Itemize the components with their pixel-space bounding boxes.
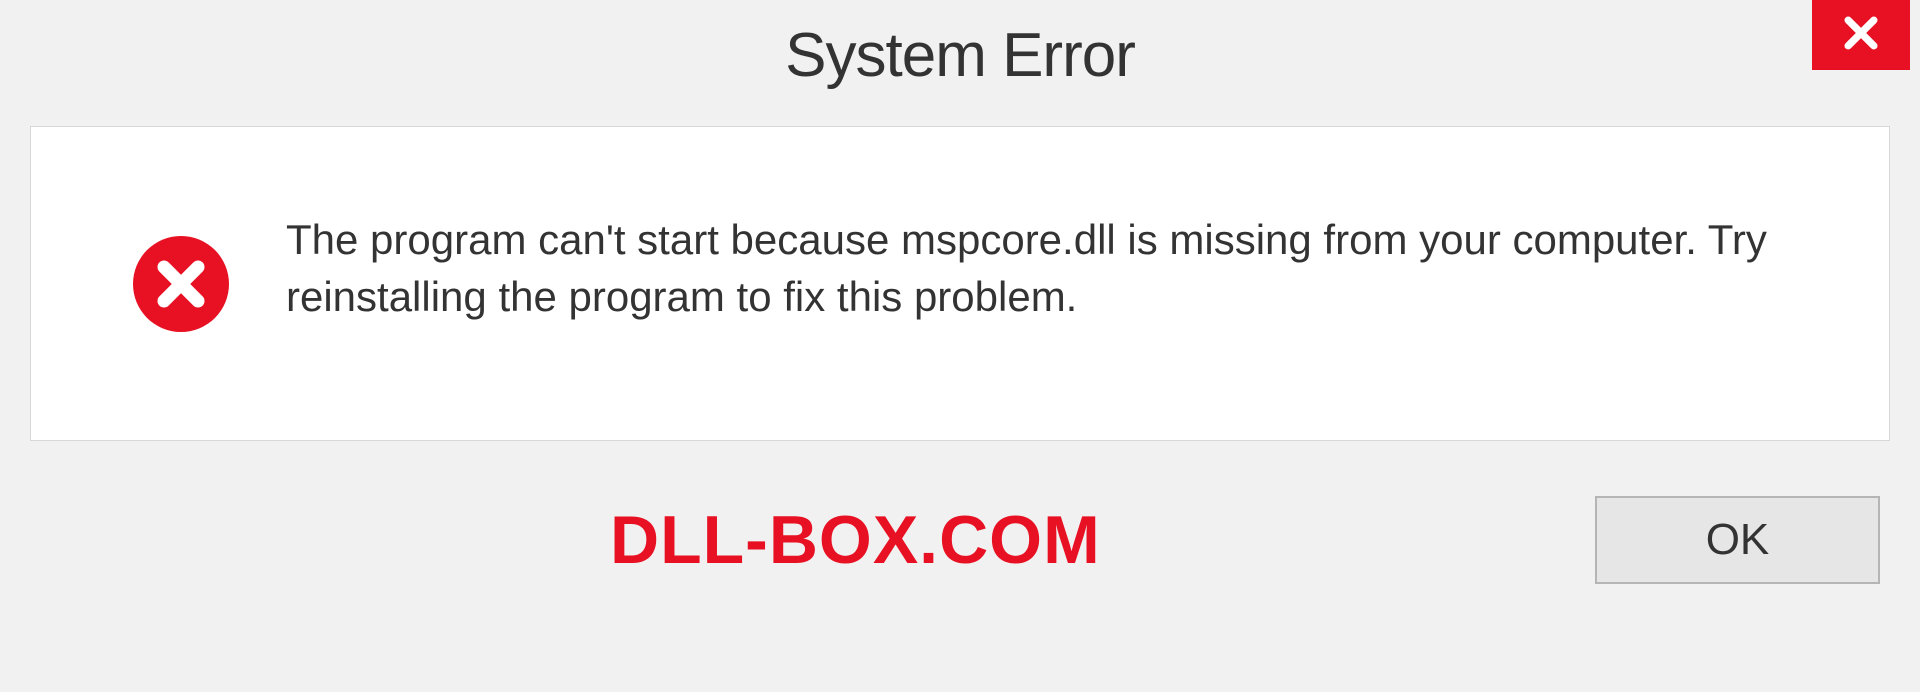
error-message: The program can't start because mspcore.…: [286, 212, 1849, 325]
message-panel: The program can't start because mspcore.…: [30, 126, 1890, 441]
dialog-title: System Error: [0, 0, 1920, 91]
error-icon: [131, 234, 231, 334]
close-button[interactable]: [1812, 0, 1910, 70]
dialog-footer: DLL-BOX.COM OK: [0, 441, 1920, 584]
close-icon: [1839, 11, 1883, 60]
watermark-text: DLL-BOX.COM: [610, 501, 1101, 579]
ok-button[interactable]: OK: [1595, 496, 1880, 584]
